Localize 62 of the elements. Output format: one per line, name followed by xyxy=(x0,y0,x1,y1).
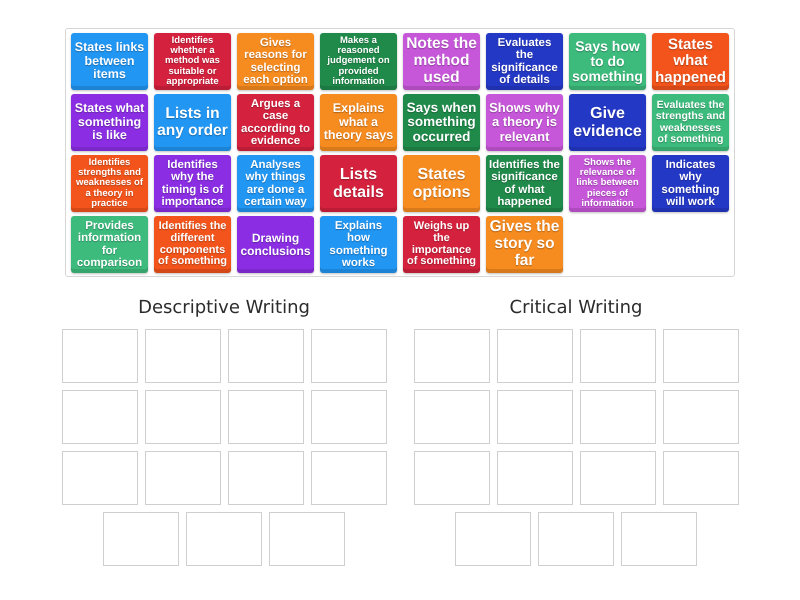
answer-tile[interactable]: Give evidence xyxy=(569,94,646,151)
answer-tile[interactable]: States what something is like xyxy=(71,94,148,151)
drop-slot[interactable] xyxy=(580,451,656,505)
drop-slot[interactable] xyxy=(662,451,738,505)
drop-slot[interactable] xyxy=(62,390,138,444)
answer-tile[interactable]: States what happened xyxy=(652,33,729,90)
drop-slot[interactable] xyxy=(310,390,386,444)
drop-slot[interactable] xyxy=(144,451,220,505)
group-title: Descriptive Writing xyxy=(138,296,310,320)
drop-slot[interactable] xyxy=(62,451,138,505)
answer-tile[interactable]: Evaluates the significance of details xyxy=(486,33,563,90)
answer-tile[interactable]: Shows why a theory is relevant xyxy=(486,94,563,151)
drop-slot[interactable] xyxy=(228,329,304,383)
drop-slot[interactable] xyxy=(228,390,304,444)
answer-tile[interactable]: Identifies strengths and weaknesses of a theory in practice xyxy=(71,155,148,212)
drop-slot[interactable] xyxy=(538,512,614,566)
drop-slot[interactable] xyxy=(455,512,531,566)
drop-slot[interactable] xyxy=(144,390,220,444)
answer-tile[interactable]: Evaluates the strengths and weaknesses of something xyxy=(652,94,729,151)
answer-tile[interactable]: Says how to do something xyxy=(569,33,646,90)
answer-tile[interactable]: Notes the method used xyxy=(403,33,480,90)
drop-slot[interactable] xyxy=(103,512,179,566)
answer-tile[interactable]: Argues a case according to evidence xyxy=(237,94,314,151)
drop-slot[interactable] xyxy=(414,451,490,505)
drop-slot[interactable] xyxy=(269,512,345,566)
answer-tile[interactable]: States links between items xyxy=(71,33,148,90)
answer-tile[interactable]: Gives the story so far xyxy=(486,216,563,273)
drop-slot[interactable] xyxy=(62,329,138,383)
drop-slot[interactable] xyxy=(496,390,572,444)
drop-slot[interactable] xyxy=(496,451,572,505)
answer-tile[interactable]: Identifies the different components of something xyxy=(154,216,231,273)
answer-tile[interactable]: Identifies whether a method was suitable or appropriate xyxy=(154,33,231,90)
answer-tile[interactable]: Lists details xyxy=(320,155,397,212)
answer-tile[interactable]: Identifies why the timing is of importance xyxy=(154,155,231,212)
drop-slot[interactable] xyxy=(144,329,220,383)
answer-tile[interactable]: Provides information for comparison xyxy=(71,216,148,273)
answer-tile[interactable]: Gives reasons for selecting each option xyxy=(237,33,314,90)
drop-slot[interactable] xyxy=(414,390,490,444)
drop-slot[interactable] xyxy=(580,390,656,444)
answer-tile[interactable]: Identifies the significance of what happened xyxy=(486,155,563,212)
drop-slot[interactable] xyxy=(662,390,738,444)
answer-tile[interactable]: Explains what a theory says xyxy=(320,94,397,151)
answer-tile[interactable]: Shows the relevance of links between pieces of information xyxy=(569,155,646,212)
drop-slot[interactable] xyxy=(580,329,656,383)
group-title: Critical Writing xyxy=(510,296,642,320)
drop-slot[interactable] xyxy=(496,329,572,383)
drop-slot[interactable] xyxy=(621,512,697,566)
answer-tile[interactable]: Explains how something works xyxy=(320,216,397,273)
answer-tile[interactable]: Makes a reasoned judgement on provided information xyxy=(320,33,397,90)
drop-slot[interactable] xyxy=(228,451,304,505)
drop-slot[interactable] xyxy=(414,329,490,383)
drop-slot[interactable] xyxy=(310,451,386,505)
answer-tile[interactable]: Drawing conclusions xyxy=(237,216,314,273)
answer-tile[interactable]: Analyses why things are done a certain way xyxy=(237,155,314,212)
answer-tile[interactable]: Indicates why something will work xyxy=(652,155,729,212)
answer-tile[interactable]: Weighs up the importance of something xyxy=(403,216,480,273)
answer-tile[interactable]: States options xyxy=(403,155,480,212)
drop-slot[interactable] xyxy=(662,329,738,383)
drop-slot[interactable] xyxy=(186,512,262,566)
drop-slot[interactable] xyxy=(310,329,386,383)
answer-tile[interactable]: Says when something occurred xyxy=(403,94,480,151)
answer-tile[interactable]: Lists in any order xyxy=(154,94,231,151)
